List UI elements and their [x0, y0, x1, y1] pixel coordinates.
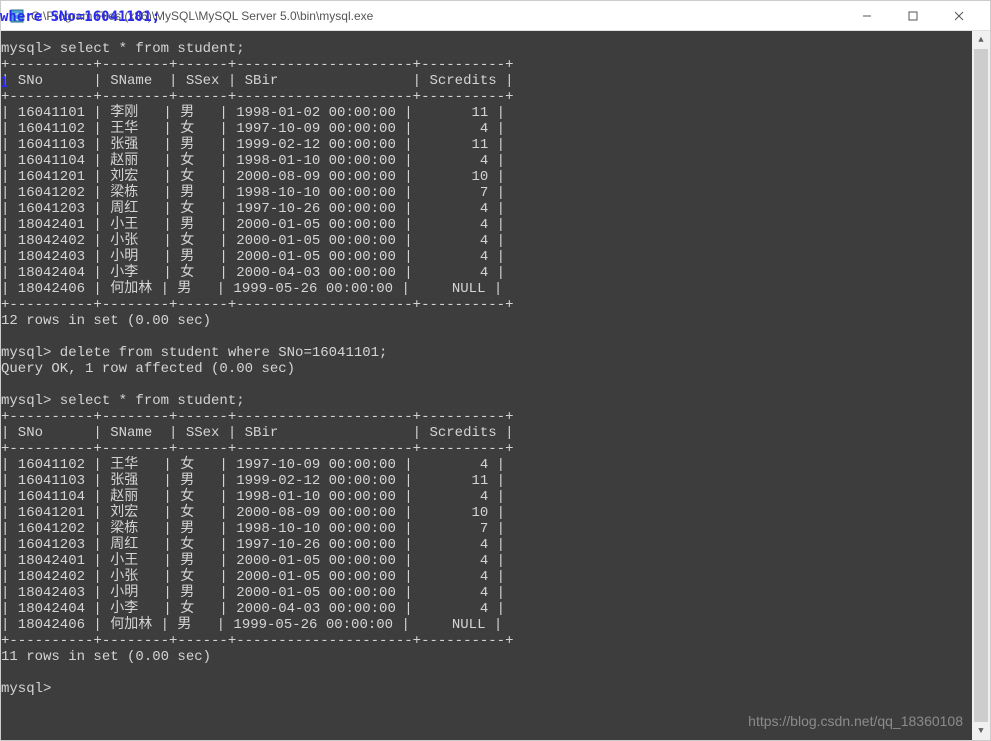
terminal[interactable]: mysql> select * from student; +---------… — [1, 31, 972, 740]
minimize-button[interactable] — [844, 1, 890, 31]
app-icon: C — [9, 8, 25, 24]
titlebar[interactable]: C C:\Program Files (x86)\MySQL\MySQL Ser… — [1, 1, 990, 31]
vertical-scrollbar[interactable]: ▲ ▼ — [972, 31, 990, 740]
scroll-thumb[interactable] — [974, 49, 988, 722]
scroll-track[interactable] — [972, 49, 990, 722]
scroll-down-button[interactable]: ▼ — [972, 722, 990, 740]
window-title: C:\Program Files (x86)\MySQL\MySQL Serve… — [31, 9, 844, 23]
svg-text:C: C — [14, 13, 20, 23]
terminal-area: mysql> select * from student; +---------… — [1, 31, 990, 740]
close-button[interactable] — [936, 1, 982, 31]
scroll-up-button[interactable]: ▲ — [972, 31, 990, 49]
maximize-button[interactable] — [890, 1, 936, 31]
app-window: C C:\Program Files (x86)\MySQL\MySQL Ser… — [0, 0, 991, 741]
window-controls — [844, 1, 982, 31]
